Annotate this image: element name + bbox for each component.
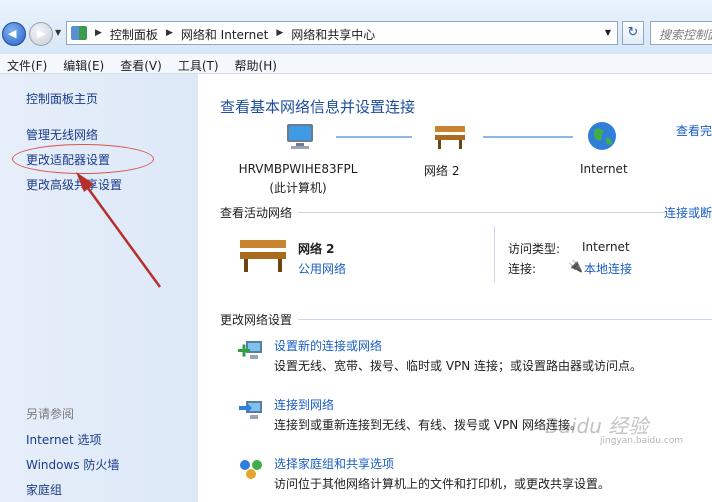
connect-disconnect-link[interactable]: 连接或断 <box>664 204 712 221</box>
new-connection-icon <box>238 341 262 359</box>
recent-pages-dropdown-icon[interactable]: ▼ <box>55 28 61 37</box>
section-divider <box>298 212 664 213</box>
bench-icon <box>435 126 465 149</box>
address-toolbar: ▼ ▶ 控制面板 ▶ 网络和 Internet ▶ 网络和共享中心 ▼ ↻ 搜索… <box>0 0 712 54</box>
annotation-arrow <box>76 172 162 288</box>
map-link-line <box>483 136 573 138</box>
access-type-label: 访问类型: <box>508 242 561 256</box>
active-network-name: 网络 2 <box>298 242 335 256</box>
homegroup-sharing-desc: 访问位于其他网络计算机上的文件和打印机，或更改共享设置。 <box>274 477 611 491</box>
page-title: 查看基本网络信息并设置连接 <box>220 98 416 116</box>
address-dropdown-icon[interactable]: ▼ <box>605 28 611 37</box>
menu-edit[interactable]: 编辑(E) <box>63 57 104 73</box>
menu-view[interactable]: 查看(V) <box>120 57 162 73</box>
sidebar-item-homegroup[interactable]: 家庭组 <box>26 481 62 498</box>
connect-network-icon <box>239 401 262 419</box>
computer-sublabel: (此计算机) <box>269 181 327 195</box>
sidebar-item-manage-wireless[interactable]: 管理无线网络 <box>26 126 98 143</box>
sidebar-item-control-panel-home[interactable]: 控制面板主页 <box>26 90 98 107</box>
back-button[interactable] <box>2 22 26 46</box>
bench-icon <box>240 240 286 272</box>
chevron-right-icon[interactable]: ▶ <box>166 26 173 43</box>
menu-tools[interactable]: 工具(T) <box>178 57 219 73</box>
watermark-logo: Baidu 经验 <box>545 414 649 438</box>
breadcrumb-control-panel[interactable]: 控制面板 <box>110 26 158 43</box>
forward-button[interactable] <box>29 22 53 46</box>
see-full-map-link[interactable]: 查看完 <box>676 122 712 139</box>
watermark-url: jingyan.baidu.com <box>600 436 684 446</box>
computer-node <box>284 122 318 155</box>
menu-bar: 文件(F) 编辑(E) 查看(V) 工具(T) 帮助(H) <box>0 54 712 74</box>
ethernet-icon: 🔌 <box>568 259 583 273</box>
internet-label: Internet <box>580 162 628 176</box>
control-panel-icon <box>71 26 87 40</box>
active-networks-heading: 查看活动网络 <box>220 206 293 220</box>
menu-file[interactable]: 文件(F) <box>7 57 47 73</box>
highlight-ellipse <box>12 144 154 174</box>
network-node <box>433 122 467 153</box>
sidebar-item-windows-firewall[interactable]: Windows 防火墙 <box>26 456 119 473</box>
access-type-value: Internet <box>582 240 630 254</box>
connections-label: 连接: <box>508 262 537 276</box>
menu-help[interactable]: 帮助(H) <box>235 57 277 73</box>
computer-name: HRVMBPWIHE83FPL <box>238 162 358 176</box>
sidebar: 控制面板主页 管理无线网络 更改适配器设置 更改高级共享设置 另请参阅 Inte… <box>0 74 198 502</box>
network-type-link[interactable]: 公用网络 <box>298 260 346 277</box>
local-connection-link[interactable]: 本地连接 <box>584 260 632 277</box>
setup-connection-desc: 设置无线、宽带、拨号、临时或 VPN 连接；或设置路由器或访问点。 <box>274 359 643 373</box>
homegroup-icon <box>240 460 262 479</box>
breadcrumb-network-sharing-center[interactable]: 网络和共享中心 <box>291 26 375 43</box>
connect-to-network-desc: 连接到或重新连接到无线、有线、拨号或 VPN 网络连接。 <box>274 418 583 432</box>
section-divider <box>298 319 712 320</box>
computer-label: HRVMBPWIHE83FPL (此计算机) <box>238 162 358 196</box>
setup-connection-link[interactable]: 设置新的连接或网络 <box>274 337 382 354</box>
globe-icon <box>588 122 616 150</box>
network-label: 网络 2 <box>424 164 460 178</box>
change-settings-heading: 更改网络设置 <box>220 313 293 327</box>
sidebar-item-internet-options[interactable]: Internet 选项 <box>26 431 101 448</box>
see-also-heading: 另请参阅 <box>26 407 75 421</box>
refresh-button[interactable]: ↻ <box>622 21 644 45</box>
search-input[interactable]: 搜索控制面 <box>650 21 712 45</box>
chevron-right-icon[interactable]: ▶ <box>276 26 283 43</box>
connect-to-network-link[interactable]: 连接到网络 <box>274 396 334 413</box>
breadcrumb-network-internet[interactable]: 网络和 Internet <box>181 26 268 43</box>
internet-node <box>586 120 618 155</box>
homegroup-sharing-link[interactable]: 选择家庭组和共享选项 <box>274 455 394 472</box>
map-link-line <box>336 136 412 138</box>
computer-icon <box>287 124 313 149</box>
chevron-right-icon[interactable]: ▶ <box>95 26 102 43</box>
address-path-bar[interactable]: ▶ 控制面板 ▶ 网络和 Internet ▶ 网络和共享中心 ▼ <box>66 21 618 45</box>
vertical-divider <box>494 226 495 282</box>
